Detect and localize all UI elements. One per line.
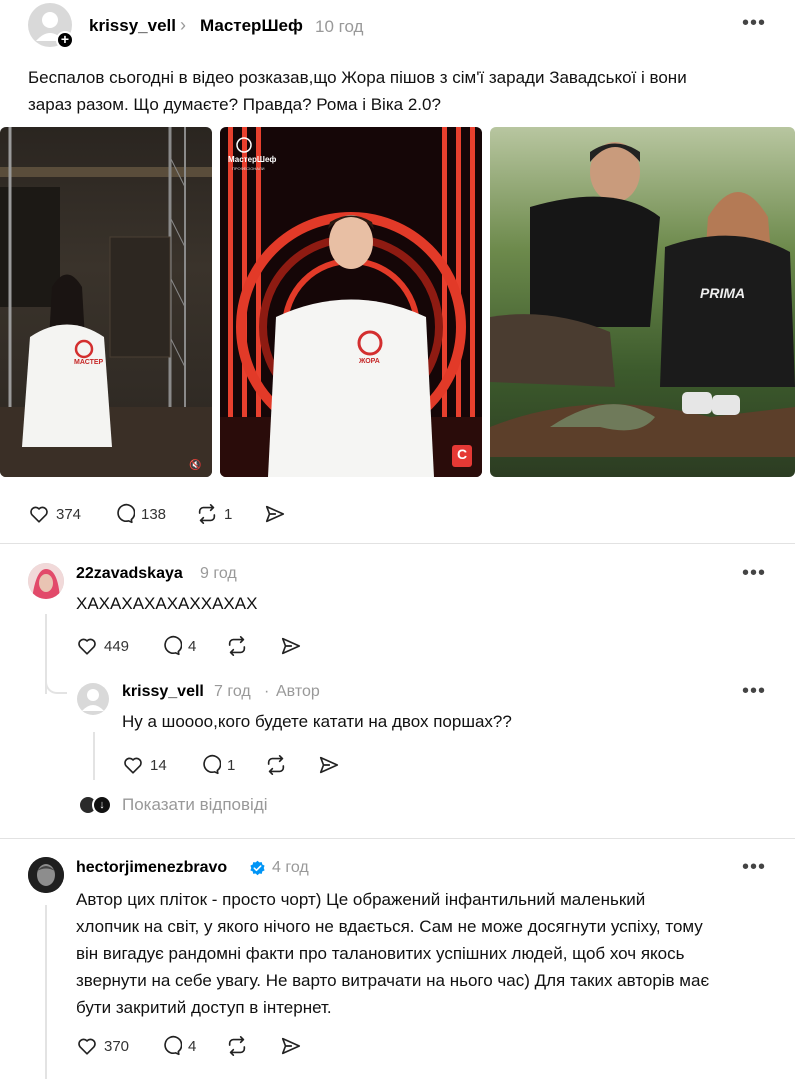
thread-line xyxy=(93,732,95,780)
heart-icon xyxy=(78,638,96,655)
avatar[interactable] xyxy=(28,563,64,599)
reply-text-line: Автор цих пліток - просто чорт) Це ображ… xyxy=(76,890,646,909)
chef-badge-text: МАСТЕР xyxy=(74,359,104,366)
more-options-icon[interactable]: ••• xyxy=(742,857,766,877)
post-text-line: Беспалов сьогодні в відео розказав,що Жо… xyxy=(28,68,687,87)
post-time: 10 год xyxy=(315,17,364,36)
reply-text-line: бути закритий доступ в інтернет. xyxy=(76,998,332,1017)
comment-button[interactable]: 4 xyxy=(160,1035,196,1057)
share-button[interactable] xyxy=(264,503,286,525)
repost-icon xyxy=(198,504,216,524)
send-icon xyxy=(265,505,285,523)
thread-connector xyxy=(45,670,67,694)
reply-text-line: звернути на себе увагу. Не варто витрача… xyxy=(76,971,710,990)
like-button[interactable]: 14 xyxy=(122,754,167,776)
heart-icon xyxy=(78,1038,96,1055)
comment-count: 4 xyxy=(188,1037,197,1055)
post-text: Беспалов сьогодні в відео розказав,що Жо… xyxy=(28,64,788,118)
profile-photo-icon xyxy=(28,857,64,893)
post-username[interactable]: krissy_vell xyxy=(89,16,176,36)
avatar[interactable] xyxy=(28,857,64,893)
masterchef-logo-subtitle: ПРОФЕСІОНАЛИ xyxy=(232,166,265,171)
repost-button[interactable]: 1 xyxy=(196,503,232,525)
more-options-icon[interactable]: ••• xyxy=(742,681,766,701)
like-button[interactable]: 374 xyxy=(28,503,81,525)
divider xyxy=(0,838,795,839)
kitchen-studio-illustration xyxy=(0,127,212,477)
avatar[interactable] xyxy=(77,683,109,715)
reply-avatars: ↓ xyxy=(78,795,114,815)
shirt-print-text: PRIMA xyxy=(700,285,746,301)
profile-photo-icon xyxy=(28,563,64,599)
reply-text: Ну а шоооо,кого будете катати на двох по… xyxy=(122,712,512,731)
post-image-1[interactable]: МАСТЕР 🔇 xyxy=(0,127,212,477)
reply-username[interactable]: hectorjimenezbravo xyxy=(76,859,227,877)
repost-icon xyxy=(228,1036,246,1056)
share-button[interactable] xyxy=(280,635,302,657)
repost-button[interactable] xyxy=(226,1035,248,1057)
send-icon xyxy=(281,637,301,655)
reply-text-line: він вигадує рандомні факти про талановит… xyxy=(76,944,685,963)
post-avatar[interactable]: + xyxy=(28,3,74,49)
comment-bubble-icon xyxy=(203,754,221,775)
chef-badge-text: ЖОРА xyxy=(359,358,380,365)
thread-line xyxy=(45,905,47,1079)
send-icon xyxy=(281,1037,301,1055)
repost-count: 1 xyxy=(224,505,233,523)
like-count: 14 xyxy=(150,756,167,774)
comment-count: 1 xyxy=(227,756,236,774)
comment-count: 138 xyxy=(141,505,167,523)
reply-time: 4 год xyxy=(272,859,309,876)
heart-icon xyxy=(30,506,48,523)
mute-icon[interactable]: 🔇 xyxy=(189,460,201,471)
more-options-icon[interactable]: ••• xyxy=(742,563,766,583)
more-options-icon[interactable]: ••• xyxy=(742,13,766,33)
reply-time: 7 год xyxy=(214,683,251,700)
like-count: 370 xyxy=(104,1037,130,1055)
post-image-2[interactable]: МастерШеф ПРОФЕСІОНАЛИ ЖОРА С xyxy=(220,127,482,477)
couple-outdoors-illustration xyxy=(490,142,795,457)
repost-button[interactable] xyxy=(265,754,287,776)
divider xyxy=(0,543,795,544)
show-replies-label: Показати відповіді xyxy=(122,795,268,814)
repost-button[interactable] xyxy=(226,635,248,657)
community-name[interactable]: МастерШеф xyxy=(200,16,303,36)
share-button[interactable] xyxy=(280,1035,302,1057)
repost-icon xyxy=(228,636,246,656)
reply-text-line: хлопчик на світ, у якого нічого не вдаєт… xyxy=(76,917,703,936)
verified-badge-icon xyxy=(249,860,266,882)
share-button[interactable] xyxy=(318,754,340,776)
repost-icon xyxy=(267,755,285,775)
masterchef-studio-illustration xyxy=(220,127,482,477)
like-button[interactable]: 370 xyxy=(76,1035,129,1057)
reply-text: Автор цих пліток - просто чорт) Це ображ… xyxy=(76,886,791,1021)
author-tag: Автор xyxy=(276,683,320,700)
separator-dot: · xyxy=(264,683,270,700)
reply-time: 9 год xyxy=(200,565,237,582)
post-text-line: зараз разом. Що думаєте? Правда? Рома і … xyxy=(28,95,441,114)
default-avatar-icon xyxy=(77,683,109,715)
like-count: 374 xyxy=(56,505,82,523)
comment-button[interactable]: 4 xyxy=(160,635,196,657)
follow-plus-icon[interactable]: + xyxy=(56,31,74,49)
comment-count: 4 xyxy=(188,637,197,655)
masterchef-logo-text: МастерШеф xyxy=(228,155,277,164)
show-replies-button[interactable]: ↓ Показати відповіді xyxy=(78,795,268,815)
like-count: 449 xyxy=(104,637,130,655)
channel-logo: С xyxy=(457,446,468,462)
comment-button[interactable]: 1 xyxy=(199,754,235,776)
arrow-down-icon: ↓ xyxy=(92,795,112,815)
reply-text: ХАХАХАХАХАХХАХАХ xyxy=(76,594,258,613)
comment-bubble-icon xyxy=(164,1035,182,1056)
reply-username[interactable]: 22zavadskaya xyxy=(76,565,183,583)
chevron-right-icon: › xyxy=(180,15,186,35)
comment-bubble-icon xyxy=(164,635,182,656)
send-icon xyxy=(319,756,339,774)
like-button[interactable]: 449 xyxy=(76,635,129,657)
post-image-3[interactable]: PRIMA xyxy=(490,127,795,477)
comment-bubble-icon xyxy=(117,503,135,524)
heart-icon xyxy=(124,757,142,774)
comment-button[interactable]: 138 xyxy=(113,503,166,525)
reply-username[interactable]: krissy_vell xyxy=(122,683,204,701)
